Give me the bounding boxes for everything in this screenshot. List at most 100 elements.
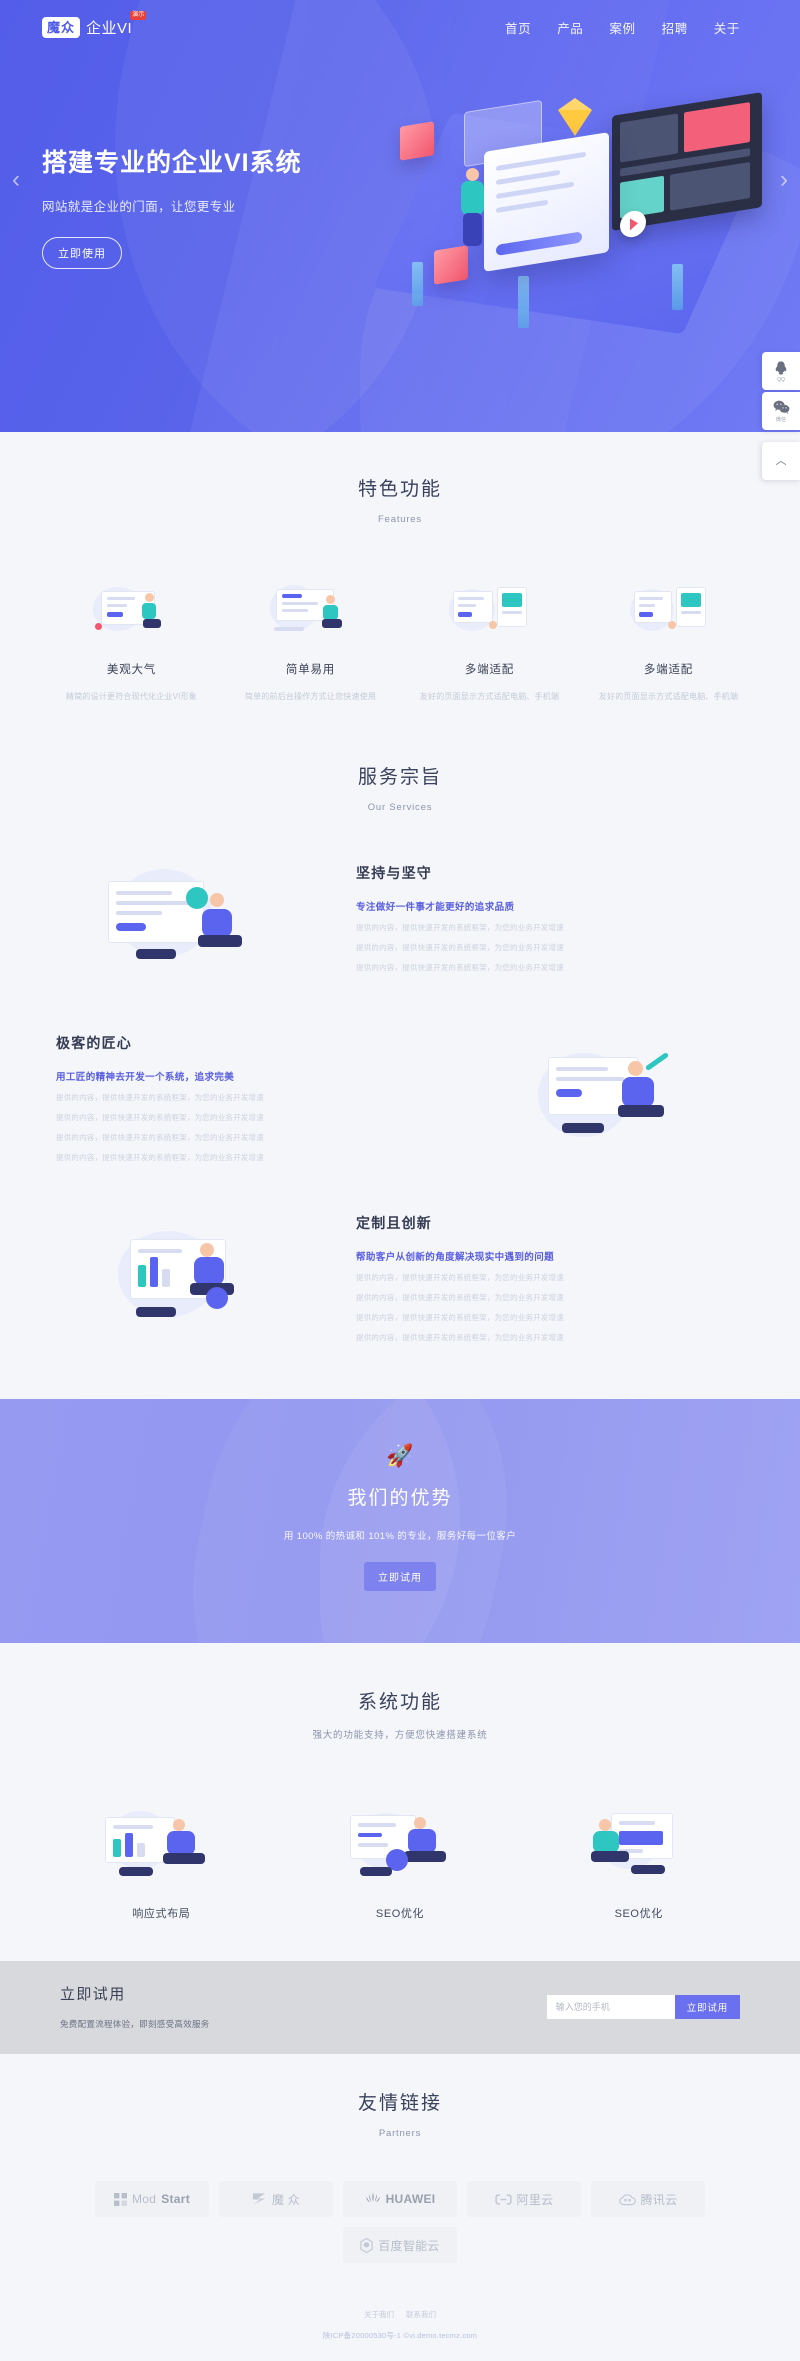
- sysfunc-grid: 响应式布局 SEO优化 SEO优化: [42, 1799, 758, 1921]
- nav-links: 首页 产品 案例 招聘 关于: [505, 18, 758, 37]
- feature-illustration: [221, 577, 400, 639]
- services-section: 服务宗旨 Our Services 坚持与坚守 专注做好一件事才能更好的追求品质…: [0, 754, 800, 1399]
- service-title: 极客的匠心: [56, 1035, 132, 1051]
- baidu-icon: [360, 2237, 373, 2253]
- partner-name: 腾讯云: [640, 2192, 678, 2207]
- advantage-subtitle: 用 100% 的热诚和 101% 的专业，服务好每一位客户: [283, 1531, 517, 1542]
- chevron-up-icon: ︿: [775, 454, 787, 467]
- partner-logos: Mod Start 魔 众 HUAWEI 阿里云 腾讯云 百度智能云: [42, 2181, 758, 2263]
- wechat-contact-button[interactable]: 微信: [762, 392, 800, 430]
- hero-next-arrow[interactable]: ›: [780, 168, 788, 192]
- sysfunc-card[interactable]: 响应式布局: [42, 1799, 281, 1921]
- service-line: 提供的内容，提供快速开发的系统框架，为您的业务开发增速: [56, 1133, 264, 1142]
- phone-input[interactable]: [546, 1994, 675, 2019]
- site-logo[interactable]: 魔众 企业VI 演示: [42, 10, 147, 38]
- advantage-trial-button[interactable]: 立即试用: [364, 1562, 436, 1591]
- sysfunc-subtitle: 强大的功能支持，方便您快速搭建系统: [312, 1730, 488, 1741]
- trial-submit-button[interactable]: 立即试用: [674, 1994, 740, 2019]
- illustration-pillar-1: [412, 262, 423, 306]
- service-illustration: [42, 1203, 342, 1353]
- hero-cta-button[interactable]: 立即使用: [42, 237, 122, 270]
- service-line: 提供的内容，提供快速开发的系统框架，为您的业务开发增速: [356, 1273, 564, 1282]
- footer-link-about[interactable]: 关于我们: [364, 2309, 394, 2320]
- trial-subtitle: 免费配置流程体验，即刻感受高效服务: [60, 2019, 210, 2029]
- feature-title: 多端适配: [643, 664, 694, 676]
- partner-name: 百度智能云: [378, 2238, 440, 2253]
- system-functions-section: 系统功能 强大的功能支持，方便您快速搭建系统 响应式布局 SEO优化 SEO优化: [0, 1643, 800, 1961]
- trial-title: 立即试用: [60, 1986, 126, 2003]
- sysfunc-title: 系统功能: [357, 1692, 442, 1713]
- partner-logo-modstart[interactable]: Mod Start: [95, 2181, 209, 2217]
- feature-illustration: [579, 577, 758, 639]
- service-copy: 极客的匠心 用工匠的精神去开发一个系统，追求完美 提供的内容，提供快速开发的系统…: [42, 1033, 458, 1163]
- service-lead: 用工匠的精神去开发一个系统，追求完美: [56, 1072, 235, 1083]
- grid-icon: [113, 2192, 127, 2206]
- feature-desc: 精简的设计更符合现代化企业VI形象: [66, 692, 197, 701]
- nav-item-products[interactable]: 产品: [557, 18, 583, 37]
- partner-name-suffix: Start: [161, 2192, 191, 2206]
- services-header: 服务宗旨 Our Services: [42, 762, 758, 813]
- demo-badge: 演示: [130, 10, 147, 20]
- feature-card[interactable]: 多端适配 友好的页面显示方式适配电脑、手机端: [579, 577, 758, 702]
- feature-card[interactable]: 简单易用 简单的前后台操作方式让您快速使用: [221, 577, 400, 702]
- sysfunc-title-item: 响应式布局: [132, 1908, 191, 1920]
- sysfunc-header: 系统功能 强大的功能支持，方便您快速搭建系统: [42, 1687, 758, 1741]
- illustration-cube-2: [434, 245, 468, 285]
- hero-content: 搭建专业的企业VI系统 网站就是企业的门面，让您更专业 立即使用: [0, 54, 800, 376]
- sysfunc-title-item: SEO优化: [375, 1908, 425, 1920]
- feature-title: 多端适配: [464, 664, 515, 676]
- feature-illustration: [400, 577, 579, 639]
- qq-icon: [775, 360, 787, 375]
- top-navigation-bar: 魔众 企业VI 演示 首页 产品 案例 招聘 关于: [0, 0, 800, 54]
- feature-card[interactable]: 多端适配 友好的页面显示方式适配电脑、手机端: [400, 577, 579, 702]
- service-line: 提供的内容，提供快速开发的系统框架，为您的业务开发增速: [356, 943, 564, 952]
- partner-name-prefix: Mod: [131, 2192, 157, 2206]
- qq-label: QQ: [777, 376, 785, 383]
- aliyun-icon: [494, 2193, 512, 2205]
- services-subtitle: Our Services: [367, 802, 433, 813]
- footer-link-contact[interactable]: 联系我们: [406, 2309, 436, 2320]
- sysfunc-title-item: SEO优化: [614, 1908, 663, 1920]
- hero-prev-arrow[interactable]: ‹: [12, 168, 20, 192]
- nav-item-cases[interactable]: 案例: [609, 18, 635, 37]
- huawei-icon: [365, 2192, 380, 2203]
- service-line: 提供的内容，提供快速开发的系统框架，为您的业务开发增速: [56, 1093, 264, 1102]
- service-line: 提供的内容，提供快速开发的系统框架，为您的业务开发增速: [356, 1333, 564, 1342]
- illustration-cube-1: [400, 121, 434, 161]
- trial-form: 立即试用: [546, 1994, 740, 2019]
- illustration-main-screen: [484, 132, 609, 272]
- logo-text: 企业VI: [86, 19, 133, 37]
- hero-section: 魔众 企业VI 演示 首页 产品 案例 招聘 关于 搭建专业的企业VI系统 网站…: [0, 0, 800, 432]
- partners-section: 友情链接 Partners Mod Start 魔 众 HUAWEI 阿里云 腾…: [0, 2054, 800, 2303]
- illustration-pillar-3: [672, 264, 683, 310]
- sysfunc-card[interactable]: SEO优化: [281, 1799, 520, 1921]
- services-title: 服务宗旨: [357, 767, 442, 788]
- service-row: 极客的匠心 用工匠的精神去开发一个系统，追求完美 提供的内容，提供快速开发的系统…: [42, 1023, 758, 1173]
- nav-item-jobs[interactable]: 招聘: [662, 18, 688, 37]
- partner-logo-baidu[interactable]: 百度智能云: [343, 2227, 457, 2263]
- qq-contact-button[interactable]: QQ: [762, 352, 800, 390]
- nav-item-about[interactable]: 关于: [714, 18, 740, 37]
- service-row: 坚持与坚守 专注做好一件事才能更好的追求品质 提供的内容，提供快速开发的系统框架…: [42, 843, 758, 993]
- back-to-top-button[interactable]: ︿: [762, 442, 800, 480]
- sysfunc-illustration: [42, 1799, 281, 1879]
- service-line: 提供的内容，提供快速开发的系统框架，为您的业务开发增速: [356, 923, 564, 932]
- partner-logo-tencent[interactable]: 腾讯云: [591, 2181, 705, 2217]
- service-line: 提供的内容，提供快速开发的系统框架，为您的业务开发增速: [356, 1293, 564, 1302]
- feature-desc: 友好的页面显示方式适配电脑、手机端: [598, 692, 739, 701]
- feature-card[interactable]: 美观大气 精简的设计更符合现代化企业VI形象: [42, 577, 221, 702]
- sysfunc-card[interactable]: SEO优化: [519, 1799, 758, 1921]
- partner-logo-aliyun[interactable]: 阿里云: [467, 2181, 581, 2217]
- partners-subtitle: Partners: [378, 2128, 422, 2139]
- feature-title: 简单易用: [285, 664, 336, 676]
- features-title: 特色功能: [357, 479, 442, 500]
- hero-title: 搭建专业的企业VI系统: [42, 149, 302, 177]
- features-grid: 美观大气 精简的设计更符合现代化企业VI形象 简单易用 简单的前后台操作方式让您…: [42, 577, 758, 702]
- service-illustration: [42, 843, 342, 993]
- partner-logo-huawei[interactable]: HUAWEI: [343, 2181, 457, 2217]
- nav-item-home[interactable]: 首页: [505, 18, 531, 37]
- site-footer: 关于我们 联系我们 陕ICP备20000530号-1 ©vi.demo.tecm…: [0, 2303, 800, 2361]
- service-line: 提供的内容，提供快速开发的系统框架，为您的业务开发增速: [356, 1313, 564, 1322]
- partners-header: 友情链接 Partners: [42, 2088, 758, 2139]
- partner-logo-mozhong[interactable]: 魔 众: [219, 2181, 333, 2217]
